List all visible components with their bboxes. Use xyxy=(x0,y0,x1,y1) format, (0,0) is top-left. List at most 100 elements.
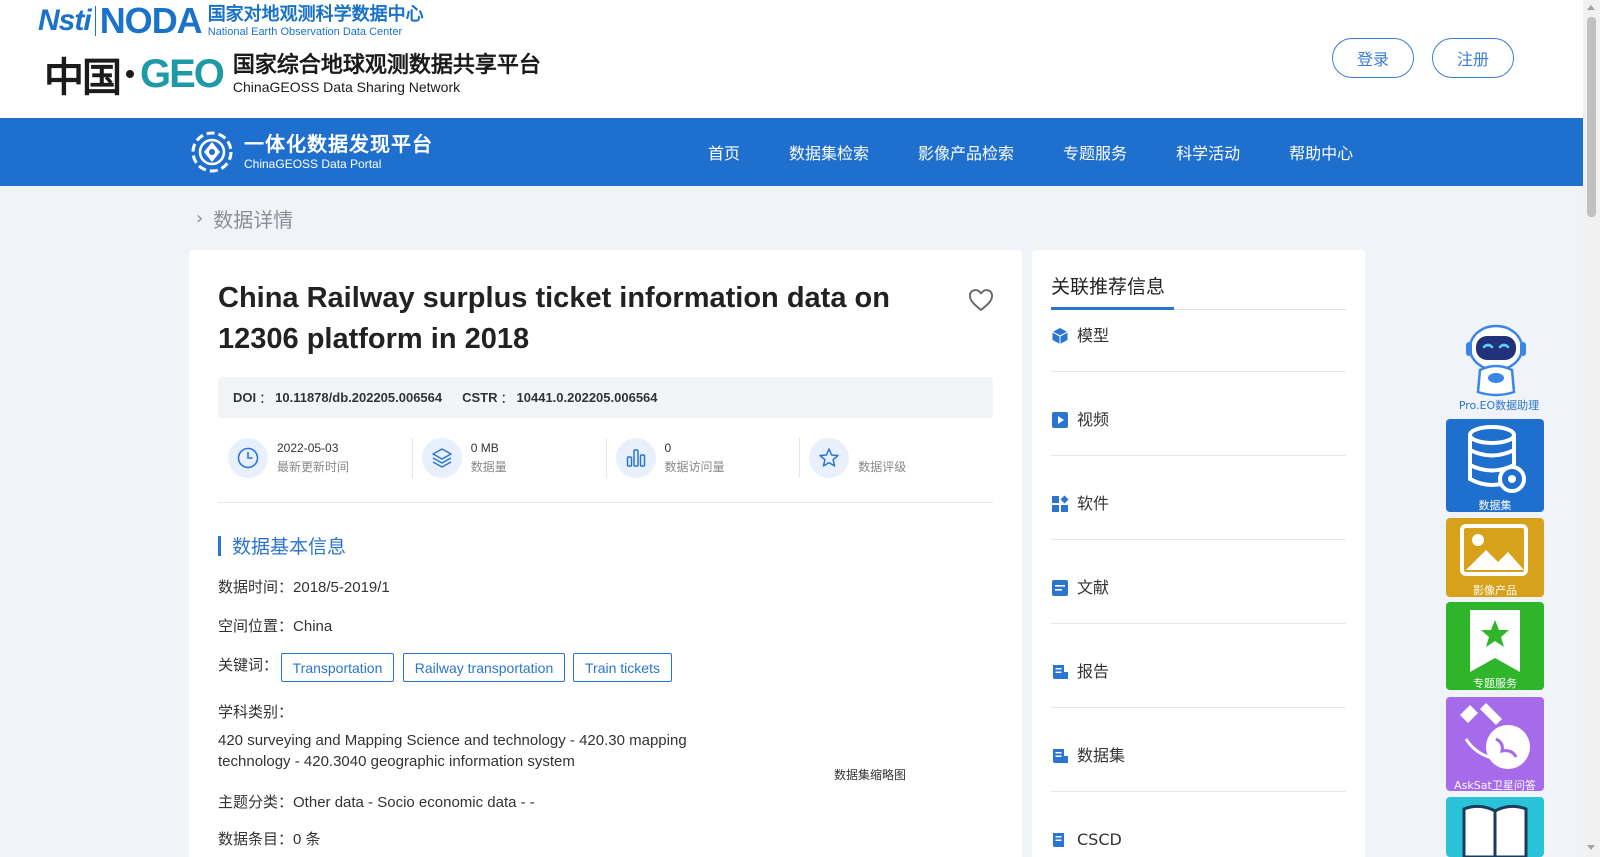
image-products-widget[interactable]: 影像产品 xyxy=(1446,518,1544,597)
related-item-models[interactable]: 模型 xyxy=(1051,320,1346,372)
keyword-tag[interactable]: Train tickets xyxy=(573,653,672,682)
related-item-label: 模型 xyxy=(1077,326,1110,345)
database-gear-icon xyxy=(1468,425,1526,493)
related-item-reports[interactable]: 报告 xyxy=(1051,656,1346,708)
apps-icon xyxy=(1052,495,1069,512)
cube-icon xyxy=(1052,328,1068,344)
satellite-globe-icon xyxy=(1460,703,1530,769)
portal-logo-text: 一体化数据发现平台 ChinaGEOSS Data Portal xyxy=(244,132,433,172)
doi-value[interactable]: 10.11878/db.202205.006564 xyxy=(275,390,442,405)
related-item-videos[interactable]: 视频 xyxy=(1051,404,1346,456)
document-icon xyxy=(1052,580,1068,596)
data-time-label: 数据时间： xyxy=(218,579,294,596)
bookmark-star-icon xyxy=(1470,610,1520,672)
login-button[interactable]: 登录 xyxy=(1332,38,1414,78)
scroll-down-arrow-icon[interactable] xyxy=(1587,845,1595,850)
robot-assistant-icon[interactable] xyxy=(1456,318,1536,398)
related-item-label: 视频 xyxy=(1077,410,1110,429)
cscd-icon xyxy=(1053,833,1064,847)
chinageo-logo-cn: 国家综合地球观测数据共享平台 xyxy=(232,52,541,78)
nav-item-help-center[interactable]: 帮助中心 xyxy=(1289,140,1353,164)
keyword-tag[interactable]: Transportation xyxy=(281,653,394,682)
bar-chart-icon xyxy=(615,438,656,478)
nav-item-topic-services[interactable]: 专题服务 xyxy=(1063,140,1127,164)
portal-logo-cn: 一体化数据发现平台 xyxy=(244,132,433,156)
related-title-underline xyxy=(1051,307,1174,310)
stat-visits: 0 数据访问量 xyxy=(605,436,800,480)
logo-dot xyxy=(126,70,134,78)
breadcrumb-current: 数据详情 xyxy=(213,208,294,232)
related-item-cscd[interactable]: CSCD xyxy=(1051,824,1346,857)
related-item-literature[interactable]: 文献 xyxy=(1051,572,1346,624)
assistant-label[interactable]: Pro.EO数据助理 xyxy=(1452,397,1546,413)
topic-label: 主题分类： xyxy=(218,794,294,811)
nav-item-home[interactable]: 首页 xyxy=(708,140,740,164)
clock-icon xyxy=(228,438,268,478)
portal-logo[interactable]: 一体化数据发现平台 ChinaGEOSS Data Portal xyxy=(188,128,433,176)
related-item-label: 报告 xyxy=(1077,662,1110,681)
dataset-widget-label: 数据集 xyxy=(1478,499,1512,512)
main-navbar: 一体化数据发现平台 ChinaGEOSS Data Portal 首页 数据集检… xyxy=(0,118,1583,186)
chevron-right-icon: › xyxy=(196,208,204,229)
video-icon xyxy=(1052,412,1068,428)
geo-logo-word: GEO xyxy=(140,51,225,96)
star-icon xyxy=(809,438,850,478)
subject-label: 学科类别： xyxy=(218,704,294,721)
asksat-widget[interactable]: AskSat卫星问答 xyxy=(1446,697,1544,792)
related-item-label: CSCD xyxy=(1077,830,1122,849)
noda-logo[interactable]: Nsti NODA 国家对地观测科学数据中心 National Earth Ob… xyxy=(38,0,424,41)
stat-size: 0 MB 数据量 xyxy=(411,436,606,480)
chinageo-logo[interactable]: 中国 GEO 国家综合地球观测数据共享平台 ChinaGEOSS Data Sh… xyxy=(44,46,541,102)
stat-size-value: 0 MB xyxy=(470,441,499,455)
related-item-label: 文献 xyxy=(1077,578,1110,597)
related-item-label: 软件 xyxy=(1077,494,1110,513)
basic-info-heading: 数据基本信息 xyxy=(218,532,346,559)
keywords-label: 关键词： xyxy=(218,657,279,674)
heart-icon[interactable] xyxy=(967,286,995,314)
related-item-datasets[interactable]: 数据集 xyxy=(1051,740,1346,792)
dataset-widget[interactable]: 数据集 xyxy=(1446,419,1544,512)
cstr-value: 10441.0.202205.006564 xyxy=(516,390,658,405)
thumbnail-caption: 数据集缩略图 xyxy=(834,768,907,782)
location-field: 空间位置：China xyxy=(218,615,332,636)
doi-label: DOI xyxy=(233,390,257,405)
scroll-up-arrow-icon[interactable] xyxy=(1587,5,1595,10)
stat-updated-text: 2022-05-03 最新更新时间 xyxy=(277,439,349,477)
related-recommendations-card: 关联推荐信息 模型 视频 软件 文献 报告 数据集 CSCD xyxy=(1032,250,1365,857)
site-header: Nsti NODA 国家对地观测科学数据中心 National Earth Ob… xyxy=(0,0,1583,120)
scroll-thumb[interactable] xyxy=(1587,17,1596,217)
logo-divider xyxy=(94,6,96,36)
stat-rating-value xyxy=(858,439,906,457)
dataset-stats: 2022-05-03 最新更新时间 0 MB 数据量 0 数据访问量 数据评级 xyxy=(218,436,993,480)
topic-value: Other data - Socio economic data - - xyxy=(293,794,535,811)
location-value: China xyxy=(293,618,333,635)
register-button[interactable]: 注册 xyxy=(1432,38,1514,78)
topic-field: 主题分类：Other data - Socio economic data - … xyxy=(218,791,535,812)
stat-updated-value: 2022-05-03 xyxy=(277,441,339,455)
subject-value: 420 surveying and Mapping Science and te… xyxy=(218,732,687,770)
dataset-icon xyxy=(1053,749,1068,763)
stat-rating-label: 数据评级 xyxy=(858,460,907,474)
noda-logo-en: National Earth Observation Data Center xyxy=(207,25,403,38)
nav-item-dataset-search[interactable]: 数据集检索 xyxy=(789,140,869,164)
nav-item-image-search[interactable]: 影像产品检索 xyxy=(918,140,1014,164)
location-label: 空间位置： xyxy=(218,618,294,635)
portal-logo-en: ChinaGEOSS Data Portal xyxy=(244,157,382,171)
portal-gear-icon xyxy=(191,131,233,173)
breadcrumb: › 数据详情 xyxy=(196,204,293,233)
stat-updated-label: 最新更新时间 xyxy=(277,460,350,474)
topic-services-widget[interactable]: 专题服务 xyxy=(1446,602,1544,690)
entry-count-label: 数据条目： xyxy=(218,831,294,848)
related-item-label: 数据集 xyxy=(1077,746,1126,765)
related-title: 关联推荐信息 xyxy=(1051,276,1166,298)
stat-visits-text: 0 数据访问量 xyxy=(665,439,725,477)
book-widget[interactable] xyxy=(1446,797,1544,857)
nav-item-science-activities[interactable]: 科学活动 xyxy=(1176,140,1240,164)
nav-menu: 首页 数据集检索 影像产品检索 专题服务 科学活动 帮助中心 xyxy=(708,118,1353,186)
keyword-tag[interactable]: Railway transportation xyxy=(403,653,565,682)
image-products-label: 影像产品 xyxy=(1473,584,1517,597)
page-scrollbar[interactable] xyxy=(1583,0,1600,857)
related-item-software[interactable]: 软件 xyxy=(1051,488,1346,540)
basic-info-heading-text: 数据基本信息 xyxy=(232,536,347,558)
stat-rating-text: 数据评级 xyxy=(858,439,906,477)
